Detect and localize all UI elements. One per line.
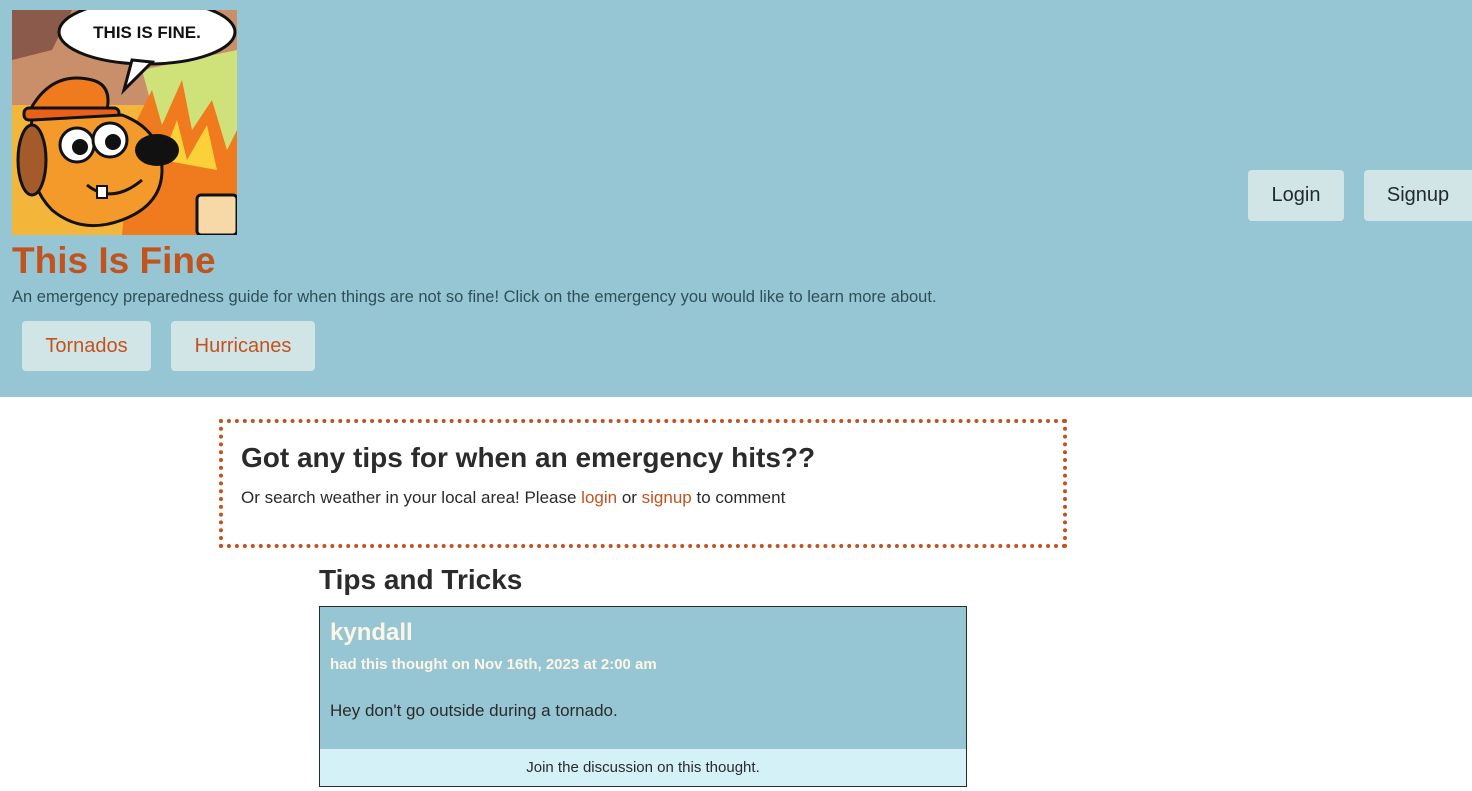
thought-author: kyndall	[330, 619, 413, 646]
signup-button[interactable]: Signup	[1364, 170, 1472, 221]
comment-prompt-box: Got any tips for when an emergency hits?…	[219, 419, 1067, 548]
site-header: THIS IS FINE. This Is Fine An emergency …	[0, 0, 1472, 397]
comment-prompt-heading: Got any tips for when an emergency hits?…	[241, 442, 816, 473]
signup-link[interactable]: signup	[642, 488, 692, 507]
hurricanes-button[interactable]: Hurricanes	[171, 321, 315, 371]
logo-image[interactable]: THIS IS FINE.	[12, 10, 237, 235]
comment-prompt-text: Or search weather in your local area! Pl…	[241, 487, 785, 509]
tornados-button[interactable]: Tornados	[22, 321, 151, 371]
prompt-text-middle: or	[617, 488, 642, 507]
thought-date: had this thought on Nov 16th, 2023 at 2:…	[330, 656, 657, 673]
thought-text: Hey don't go outside during a tornado.	[330, 701, 618, 720]
site-subtitle: An emergency preparedness guide for when…	[12, 288, 937, 306]
join-discussion-link[interactable]: Join the discussion on this thought.	[320, 749, 966, 786]
site-title: This Is Fine	[12, 240, 216, 281]
login-link[interactable]: login	[581, 488, 617, 507]
thought-card: kyndall had this thought on Nov 16th, 20…	[319, 606, 967, 787]
logo-text: THIS IS FINE.	[93, 23, 201, 42]
tips-section-heading: Tips and Tricks	[319, 564, 523, 595]
prompt-text-before: Or search weather in your local area! Pl…	[241, 488, 582, 507]
prompt-text-after: to comment	[691, 488, 786, 507]
login-button[interactable]: Login	[1248, 170, 1344, 221]
